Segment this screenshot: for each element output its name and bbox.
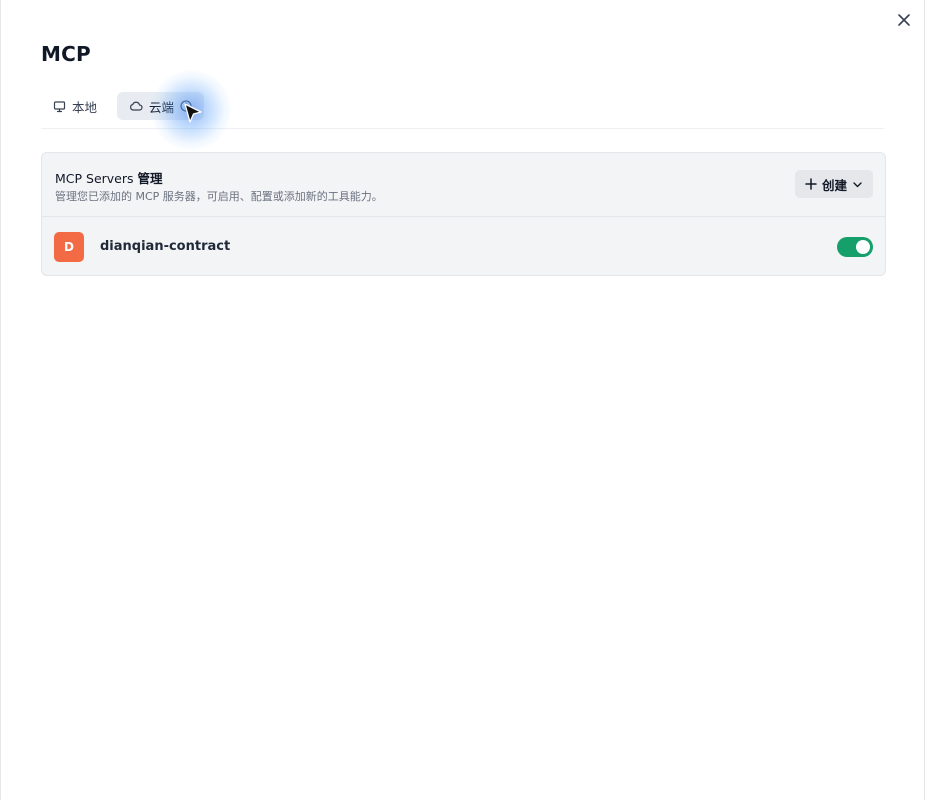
panel-title-prefix: MCP Servers — [55, 171, 138, 186]
tab-local[interactable]: 本地 — [41, 92, 109, 120]
server-enable-toggle[interactable] — [837, 237, 873, 257]
server-row: D dianqian-contract — [42, 217, 885, 277]
close-icon — [898, 14, 910, 26]
tab-cloud[interactable]: 云端 — [117, 92, 205, 120]
tab-bar: 本地 云端 — [41, 92, 884, 129]
cloud-icon — [129, 100, 143, 112]
monitor-icon — [53, 100, 66, 113]
create-button-label: 创建 — [821, 177, 847, 193]
mcp-dialog: MCP 本地 云端 MCP Servers 管理 管理您已添加的 MCP 服务器… — [0, 0, 925, 800]
server-name: dianqian-contract — [100, 239, 231, 254]
mcp-servers-panel: MCP Servers 管理 管理您已添加的 MCP 服务器，可启用、配置或添加… — [41, 152, 886, 276]
tab-cloud-label: 云端 — [149, 99, 175, 115]
create-button[interactable]: 创建 — [794, 170, 873, 198]
panel-title: MCP Servers 管理 — [55, 168, 163, 187]
dialog-title: MCP — [41, 42, 91, 66]
server-avatar: D — [54, 232, 84, 262]
plus-icon — [805, 178, 817, 190]
panel-description: 管理您已添加的 MCP 服务器，可启用、配置或添加新的工具能力。 — [55, 190, 383, 203]
toggle-knob — [856, 240, 870, 254]
info-icon[interactable] — [180, 100, 192, 112]
close-button[interactable] — [892, 8, 916, 32]
panel-header: MCP Servers 管理 管理您已添加的 MCP 服务器，可启用、配置或添加… — [42, 153, 885, 217]
panel-title-bold: 管理 — [137, 171, 163, 186]
chevron-down-icon — [853, 181, 862, 187]
tab-local-label: 本地 — [72, 99, 98, 115]
